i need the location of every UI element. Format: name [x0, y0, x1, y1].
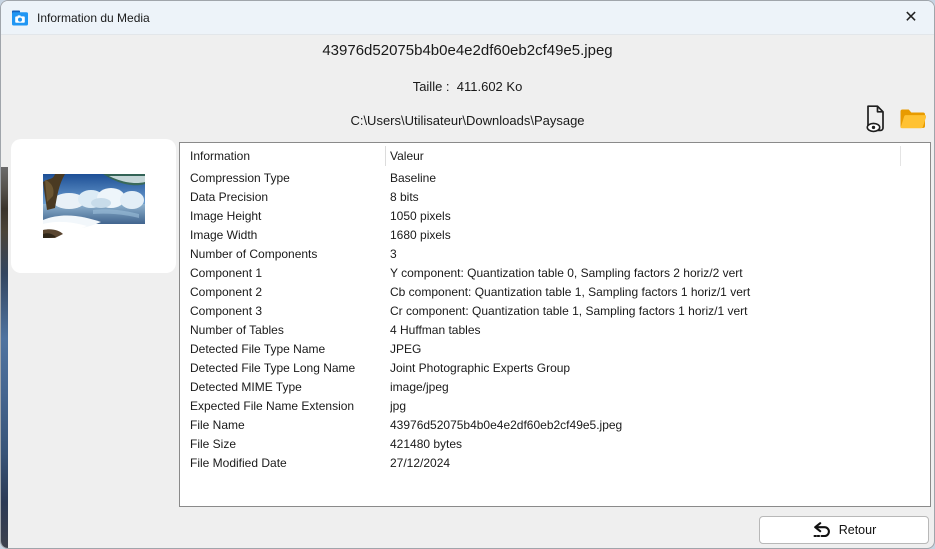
row-label: File Modified Date	[180, 456, 390, 470]
table-row[interactable]: File Modified Date27/12/2024	[180, 453, 930, 472]
column-header-valeur: Valeur	[390, 149, 424, 163]
row-value: image/jpeg	[390, 380, 930, 394]
column-separator	[385, 146, 386, 166]
folder-icon[interactable]	[899, 107, 926, 131]
file-preview-eye-icon[interactable]	[863, 104, 887, 134]
table-row[interactable]: Number of Tables4 Huffman tables	[180, 320, 930, 339]
row-value: Joint Photographic Experts Group	[390, 361, 930, 375]
row-value: Cb component: Quantization table 1, Samp…	[390, 285, 930, 299]
media-info-window: Information du Media ✕ 43976d52075b4b0e4…	[0, 0, 935, 549]
thumbnail-image	[43, 174, 145, 238]
row-label: Component 3	[180, 304, 390, 318]
file-path-text: C:\Users\Utilisateur\Downloads\Paysage	[1, 113, 934, 128]
column-header-information: Information	[190, 149, 250, 163]
table-row[interactable]: Component 1Y component: Quantization tab…	[180, 263, 930, 282]
table-row[interactable]: Expected File Name Extensionjpg	[180, 396, 930, 415]
row-value: 8 bits	[390, 190, 930, 204]
table-header: Information Valeur	[180, 143, 930, 168]
row-value: Baseline	[390, 171, 930, 185]
media-folder-icon	[11, 9, 29, 27]
metadata-table: Information Valeur Compression TypeBasel…	[179, 142, 931, 507]
table-row[interactable]: Image Width1680 pixels	[180, 225, 930, 244]
background-photo-edge	[1, 167, 8, 548]
table-body: Compression TypeBaselineData Precision8 …	[180, 168, 930, 472]
table-row[interactable]: Number of Components3	[180, 244, 930, 263]
thumbnail-card	[11, 139, 176, 273]
table-row[interactable]: Detected File Type Long NameJoint Photog…	[180, 358, 930, 377]
row-label: Compression Type	[180, 171, 390, 185]
row-label: Image Width	[180, 228, 390, 242]
row-label: Component 2	[180, 285, 390, 299]
table-row[interactable]: Compression TypeBaseline	[180, 168, 930, 187]
table-row[interactable]: Detected MIME Typeimage/jpeg	[180, 377, 930, 396]
window-title: Information du Media	[37, 11, 150, 25]
row-value: jpg	[390, 399, 930, 413]
row-label: Data Precision	[180, 190, 390, 204]
table-row[interactable]: Data Precision8 bits	[180, 187, 930, 206]
row-value: 27/12/2024	[390, 456, 930, 470]
back-button-label: Retour	[839, 523, 877, 537]
scrollbar-gutter-separator	[900, 146, 901, 166]
file-name-heading: 43976d52075b4b0e4e2df60eb2cf49e5.jpeg	[1, 42, 934, 59]
return-arrow-icon	[812, 522, 832, 538]
table-row[interactable]: File Size421480 bytes	[180, 434, 930, 453]
row-label: Number of Tables	[180, 323, 390, 337]
row-label: Image Height	[180, 209, 390, 223]
table-row[interactable]: File Name43976d52075b4b0e4e2df60eb2cf49e…	[180, 415, 930, 434]
table-row[interactable]: Component 3Cr component: Quantization ta…	[180, 301, 930, 320]
row-label: File Name	[180, 418, 390, 432]
table-row[interactable]: Image Height1050 pixels	[180, 206, 930, 225]
row-value: 1680 pixels	[390, 228, 930, 242]
table-row[interactable]: Component 2Cb component: Quantization ta…	[180, 282, 930, 301]
back-button[interactable]: Retour	[759, 516, 929, 544]
row-value: 43976d52075b4b0e4e2df60eb2cf49e5.jpeg	[390, 418, 930, 432]
titlebar: Information du Media ✕	[1, 1, 934, 35]
row-label: File Size	[180, 437, 390, 451]
row-label: Detected File Type Long Name	[180, 361, 390, 375]
row-label: Detected File Type Name	[180, 342, 390, 356]
row-value: JPEG	[390, 342, 930, 356]
row-label: Detected MIME Type	[180, 380, 390, 394]
row-value: 1050 pixels	[390, 209, 930, 223]
table-row[interactable]: Detected File Type NameJPEG	[180, 339, 930, 358]
row-value: Y component: Quantization table 0, Sampl…	[390, 266, 930, 280]
file-size-text: Taille : 411.602 Ko	[1, 79, 934, 94]
row-value: 421480 bytes	[390, 437, 930, 451]
row-value: 3	[390, 247, 930, 261]
close-icon[interactable]: ✕	[896, 1, 926, 33]
row-value: 4 Huffman tables	[390, 323, 930, 337]
row-label: Component 1	[180, 266, 390, 280]
row-value: Cr component: Quantization table 1, Samp…	[390, 304, 930, 318]
row-label: Expected File Name Extension	[180, 399, 390, 413]
row-label: Number of Components	[180, 247, 390, 261]
